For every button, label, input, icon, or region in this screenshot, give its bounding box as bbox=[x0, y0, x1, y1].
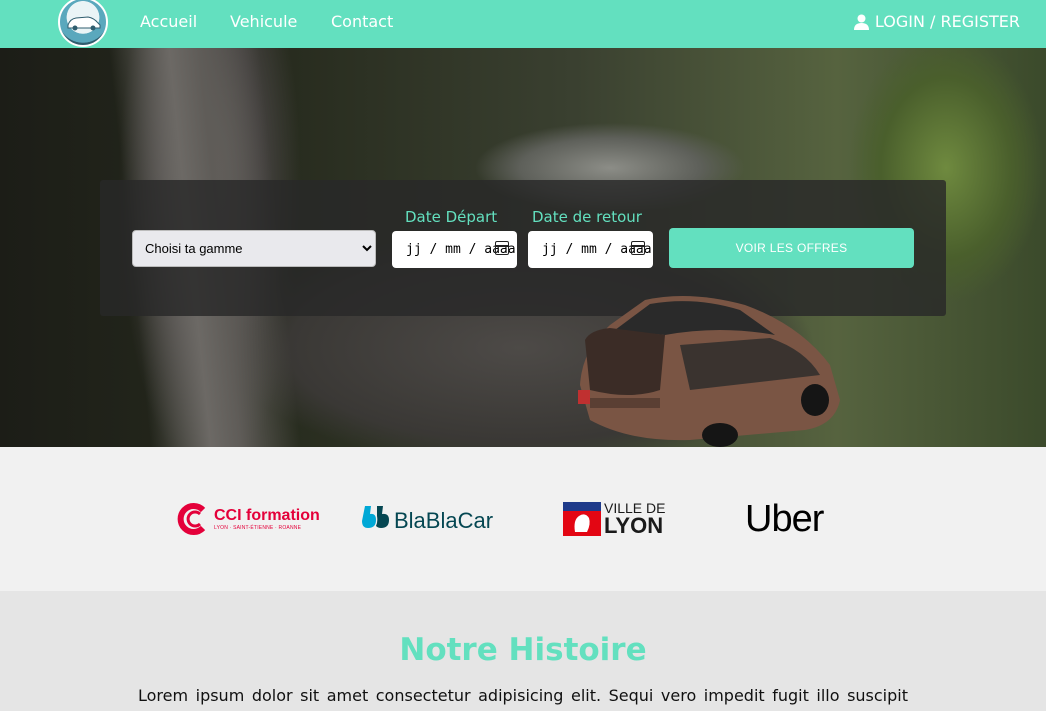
nav-link-accueil[interactable]: Accueil bbox=[140, 12, 197, 31]
blablacar-logo-icon bbox=[362, 506, 389, 528]
login-register-label: LOGIN / REGISTER bbox=[874, 12, 1020, 31]
story-title: Notre Histoire bbox=[399, 632, 647, 668]
range-select[interactable]: Choisi ta gamme bbox=[132, 230, 376, 267]
partner-ville-de-lyon[interactable]: VILLE DE LYON bbox=[563, 501, 665, 537]
nav-link-contact[interactable]: Contact bbox=[331, 12, 393, 31]
nav-link-vehicule[interactable]: Vehicule bbox=[230, 12, 297, 31]
cci-subtitle: LYON · SAINT-ÉTIENNE · ROANNE bbox=[214, 525, 302, 531]
lyon-lion-icon bbox=[563, 502, 601, 536]
top-navbar: Accueil Vehicule Contact LOGIN / REGISTE… bbox=[0, 0, 1046, 48]
voir-offres-button[interactable]: VOIR LES OFFRES bbox=[669, 228, 914, 268]
cci-logo-icon bbox=[177, 503, 206, 535]
depart-date-label: Date Départ bbox=[405, 208, 498, 226]
calendar-icon[interactable] bbox=[631, 241, 645, 255]
cci-title: CCI formation bbox=[214, 507, 320, 524]
uber-wordmark: Uber bbox=[745, 498, 824, 540]
retour-date-label: Date de retour bbox=[532, 208, 642, 226]
partner-uber[interactable]: Uber bbox=[745, 498, 824, 541]
story-text: Lorem ipsum dolor sit amet consectetur a… bbox=[138, 686, 908, 705]
calendar-icon[interactable] bbox=[495, 241, 509, 255]
depart-date-input[interactable]: jj / mm / aaaa bbox=[392, 231, 517, 268]
car-logo-icon bbox=[67, 16, 101, 31]
partners-strip bbox=[0, 447, 1046, 591]
lyon-bottom-text: LYON bbox=[604, 513, 664, 538]
partner-cci-formation[interactable]: CCI formation LYON · SAINT-ÉTIENNE · ROA… bbox=[176, 502, 320, 536]
hero-car-image bbox=[578, 296, 840, 447]
site-logo[interactable] bbox=[58, 0, 108, 47]
login-register-link[interactable]: LOGIN / REGISTER bbox=[853, 12, 1020, 31]
blablacar-wordmark: BlaBlaCar bbox=[394, 508, 494, 533]
user-icon bbox=[853, 14, 869, 30]
retour-date-input[interactable]: jj / mm / aaaa bbox=[528, 231, 653, 268]
partner-blablacar[interactable]: BlaBlaCar bbox=[362, 504, 493, 533]
